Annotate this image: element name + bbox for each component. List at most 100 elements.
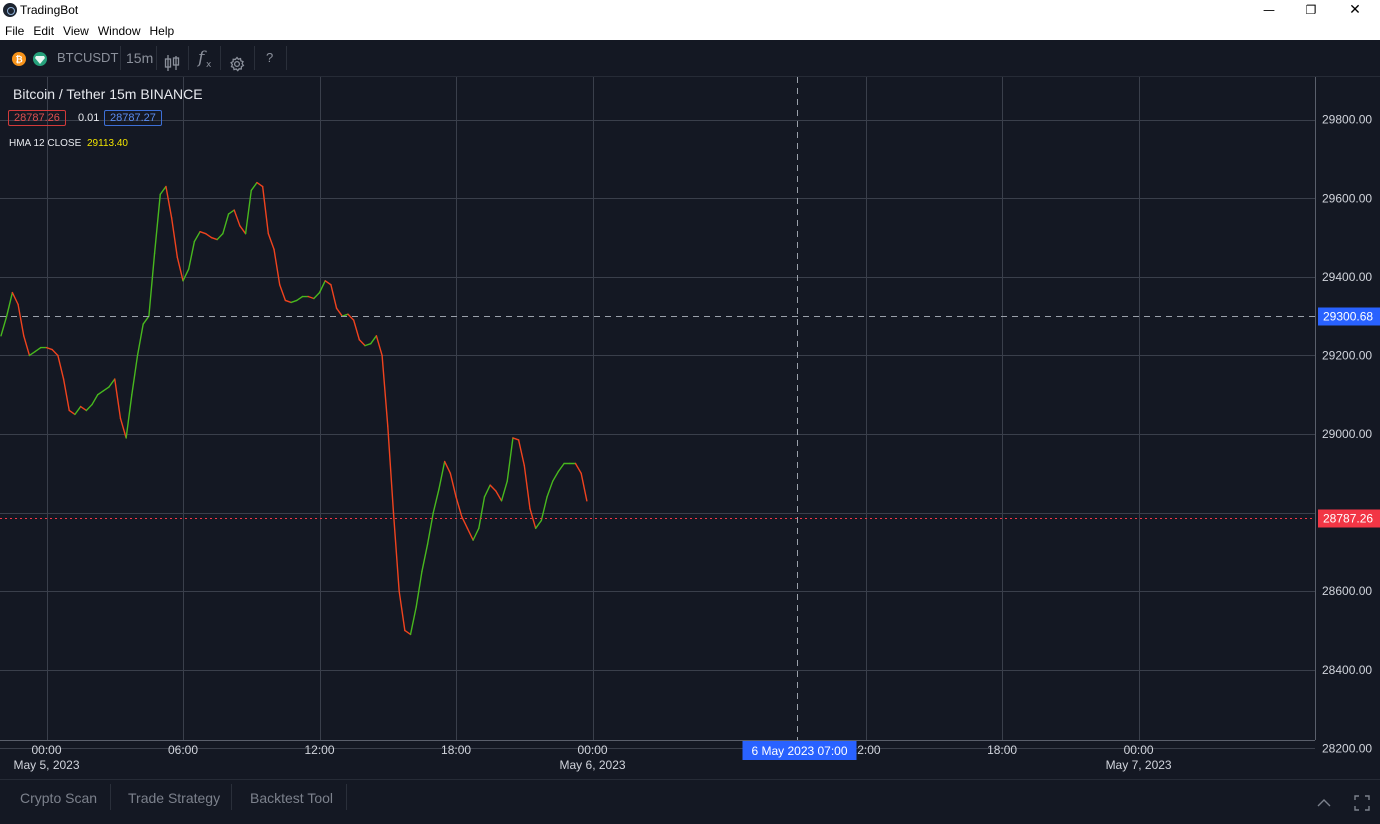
hma-segment (193, 230, 201, 243)
hma-segment (188, 240, 196, 270)
function-icon[interactable]: fx (196, 48, 214, 70)
hma-segment (142, 315, 150, 325)
menu-window[interactable]: Window (93, 20, 145, 38)
hma-segment (11, 291, 19, 306)
window-title: TradingBot (20, 3, 79, 17)
maximize-panel-icon[interactable] (1354, 788, 1370, 811)
bid-price-box: 28787.26 (8, 110, 66, 126)
hma-segment (17, 303, 25, 337)
svg-text:₿: ₿ (15, 55, 22, 65)
app-logo-icon (3, 3, 17, 17)
hma-segment (114, 378, 122, 420)
hma-segment (159, 185, 167, 196)
toolbar-divider (188, 46, 189, 70)
hma-segment (580, 472, 588, 502)
chart-toolbar: ₿ BTCUSDT 15m fx ? (0, 40, 1380, 77)
hma-segment (210, 236, 218, 241)
hma-segment (125, 394, 133, 439)
hma-segment (534, 519, 543, 530)
toolbar-divider (156, 46, 157, 70)
menu-view[interactable]: View (58, 20, 93, 38)
spread-value: 0.01 (78, 112, 100, 124)
candlestick-icon[interactable] (163, 50, 181, 71)
hma-segment (313, 291, 321, 300)
hma-segment (483, 484, 491, 498)
menu-bar: File Edit View Window Help (0, 20, 1380, 40)
hma-segment (68, 409, 76, 416)
hma-segment (284, 299, 292, 304)
hma-segment (358, 339, 366, 347)
restore-button[interactable]: ❐ (1288, 0, 1334, 20)
help-button[interactable]: ? (266, 40, 273, 76)
date-tick-label: May 7, 2023 (1106, 758, 1172, 772)
tether-icon[interactable] (33, 52, 47, 66)
close-button[interactable]: ✕ (1332, 0, 1378, 20)
hma-segment (523, 464, 531, 510)
toolbar-divider (254, 46, 255, 70)
toolbar-divider (286, 46, 287, 70)
hma-segment (443, 460, 452, 475)
menu-help[interactable]: Help (145, 20, 179, 38)
hma-segment (387, 425, 395, 514)
indicator-name[interactable]: HMA 12 CLOSE (9, 138, 81, 149)
hma-segment (478, 496, 486, 530)
symbol-selector[interactable]: BTCUSDT (57, 40, 118, 76)
hma-segment (466, 527, 474, 541)
hma-segment (51, 348, 59, 357)
hma-segment (216, 232, 224, 241)
hma-segment (0, 315, 8, 337)
time-tick-label: 06:00 (168, 743, 198, 757)
chart-title: Bitcoin / Tether 15m BINANCE (13, 86, 203, 102)
price-tick-label: 29000.00 (1322, 427, 1372, 441)
time-tick-label: 18:00 (441, 743, 471, 757)
hma-segment (307, 295, 315, 300)
menu-edit[interactable]: Edit (28, 20, 58, 38)
time-axis[interactable]: 00:00May 5, 202306:00 12:00 18:00 00:00May … (13, 743, 1171, 772)
hma-segment (62, 378, 70, 412)
hma-segment (102, 386, 110, 392)
tab-backtest-tool[interactable]: Backtest Tool (250, 780, 333, 814)
time-tick-label: 00:00 (31, 743, 61, 757)
tab-crypto-scan[interactable]: Crypto Scan (20, 780, 97, 814)
ask-price-box: 28787.27 (104, 110, 162, 126)
hma-segment (552, 470, 560, 482)
hma-segment (108, 378, 116, 388)
tab-trade-strategy[interactable]: Trade Strategy (128, 780, 220, 814)
hma-segment (222, 213, 230, 235)
grid (0, 77, 1315, 749)
indicator-value: 29113.40 (87, 138, 128, 149)
hma-segment (404, 629, 412, 636)
hma-segment (347, 313, 355, 321)
hma-segment (233, 209, 241, 227)
bitcoin-icon[interactable]: ₿ (12, 52, 26, 66)
hma-segment (352, 319, 361, 341)
time-tick-label: 18:00 (987, 743, 1017, 757)
chart-canvas[interactable]: 29800.00 29600.00 29400.00 29200.00 29000.00… (0, 77, 1380, 779)
hma-segment (432, 488, 440, 514)
chevron-up-icon[interactable] (1316, 788, 1332, 807)
hma-segment (296, 295, 304, 302)
toolbar-divider (120, 46, 121, 70)
price-axis[interactable]: 29800.00 29600.00 29400.00 29200.00 29000.00… (1322, 113, 1372, 756)
date-tick-label: May 5, 2023 (13, 758, 79, 772)
hma-segment (96, 390, 105, 396)
hma-segment (205, 232, 213, 239)
time-tick-label: 00:00 (1124, 743, 1154, 757)
hma-segment (335, 307, 343, 317)
gear-icon[interactable] (229, 50, 245, 72)
hma-segment (438, 460, 446, 490)
price-chart[interactable]: 29800.00 29600.00 29400.00 29200.00 29000.00… (0, 77, 1380, 779)
price-tick-label: 28200.00 (1322, 741, 1372, 755)
hma-segment (489, 484, 497, 492)
menu-file[interactable]: File (0, 20, 28, 38)
time-tick-label: 00:00 (578, 743, 608, 757)
hma-segment (540, 496, 548, 522)
hma-segment (495, 490, 503, 502)
hma-segment (500, 480, 508, 502)
interval-selector[interactable]: 15m (126, 40, 153, 76)
price-tick-label: 28600.00 (1322, 584, 1372, 598)
hma-segment (131, 354, 139, 396)
minimize-button[interactable]: — (1246, 0, 1292, 20)
last-price-label: 28787.26 (1318, 509, 1380, 528)
hma-segment (57, 354, 65, 380)
